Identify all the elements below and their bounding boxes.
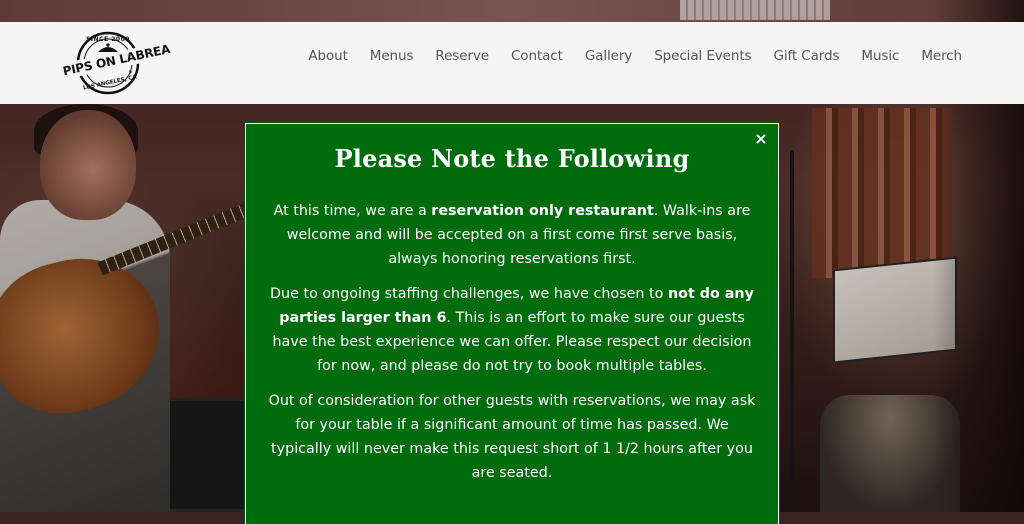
close-icon[interactable]: × <box>752 130 770 148</box>
nav-gallery[interactable]: Gallery <box>585 48 632 64</box>
notice-paragraph-1: At this time, we are a reservation only … <box>266 199 758 271</box>
nav-gift-cards[interactable]: Gift Cards <box>773 48 839 64</box>
modal-body: At this time, we are a reservation only … <box>246 199 778 485</box>
site-logo[interactable]: SINCE 2009 PIPS ON LABREA LOS ANGELES, C… <box>61 30 171 96</box>
p1-emphasis: reservation only restaurant <box>431 203 654 219</box>
nav-contact[interactable]: Contact <box>511 48 563 64</box>
ceiling-strip <box>0 0 1024 24</box>
main-nav: About Menus Reserve Contact Gallery Spec… <box>286 48 962 64</box>
logo-since: SINCE 2009 <box>86 36 130 43</box>
nav-about[interactable]: About <box>308 48 348 64</box>
nav-menus[interactable]: Menus <box>370 48 414 64</box>
notice-paragraph-3: Out of consideration for other guests wi… <box>268 393 756 481</box>
p2-text-start: Due to ongoing staffing challenges, we h… <box>270 286 668 302</box>
nav-music[interactable]: Music <box>861 48 899 64</box>
site-header: SINCE 2009 PIPS ON LABREA LOS ANGELES, C… <box>0 22 1024 104</box>
ceiling-vent <box>680 0 830 20</box>
modal-title: Please Note the Following <box>334 144 690 173</box>
notice-modal: × Please Note the Following At this time… <box>246 124 778 524</box>
nav-reserve[interactable]: Reserve <box>435 48 489 64</box>
nav-merch[interactable]: Merch <box>921 48 962 64</box>
notice-paragraph-2: Due to ongoing staffing challenges, we h… <box>266 282 758 378</box>
nav-special-events[interactable]: Special Events <box>654 48 751 64</box>
p1-text-start: At this time, we are a <box>273 203 432 219</box>
